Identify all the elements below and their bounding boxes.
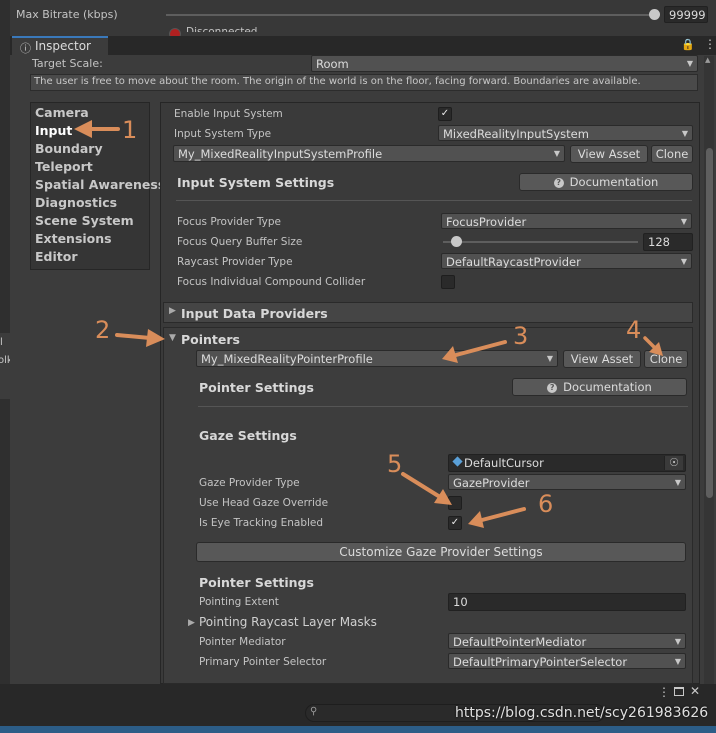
annotation-arrow-1 — [74, 120, 120, 138]
annotation-number-4: 4 — [626, 316, 642, 344]
annotation-number-3: 3 — [513, 322, 529, 350]
annotation-arrow-3 — [442, 340, 507, 363]
annotation-number-1: 1 — [122, 116, 138, 144]
annotation-number-5: 5 — [387, 450, 403, 478]
annotation-arrow-4 — [643, 336, 663, 356]
annotation-overlay — [74, 120, 663, 528]
annotation-arrow-6 — [468, 507, 526, 528]
annotation-arrow-5 — [401, 472, 452, 505]
annotation-number-6: 6 — [538, 490, 554, 518]
annotation-number-2: 2 — [95, 316, 111, 344]
annotation-arrow-2 — [115, 329, 165, 347]
